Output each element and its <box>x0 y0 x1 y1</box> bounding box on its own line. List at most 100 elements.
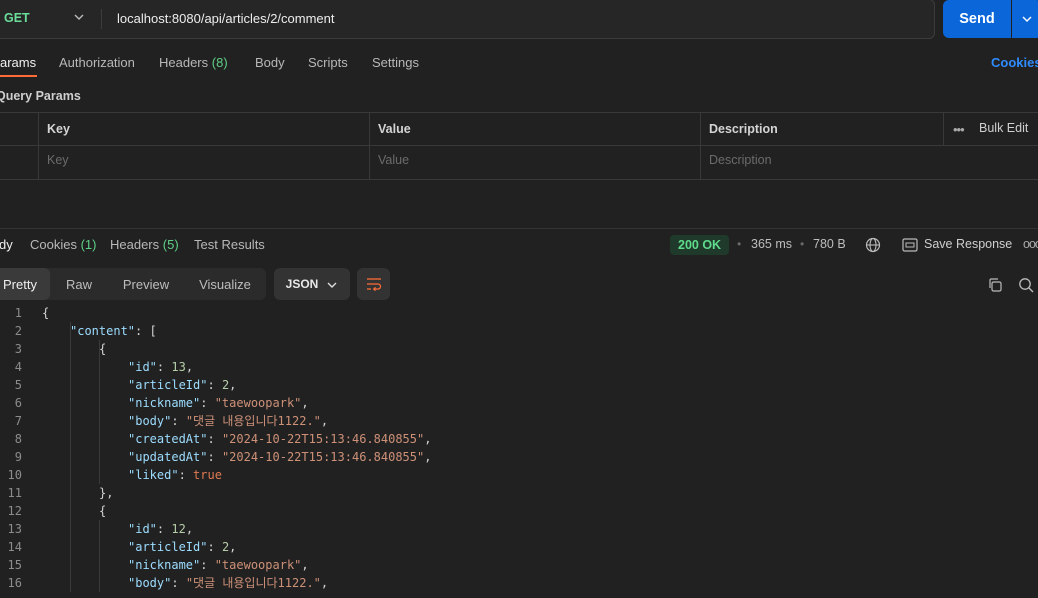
description-input[interactable]: Description <box>709 153 772 167</box>
tab-scripts[interactable]: Scripts <box>308 55 348 70</box>
copy-icon[interactable] <box>987 277 1003 293</box>
line-number: 9 <box>14 450 22 464</box>
code-content: "createdAt": "2024-10-22T15:13:46.840855… <box>128 430 431 448</box>
code-token: "body" <box>128 576 172 590</box>
active-tab-indicator <box>0 75 37 77</box>
code-token: "2024-10-22T15:13:46.840855" <box>221 432 425 446</box>
code-token: , <box>424 432 432 446</box>
code-token: : <box>207 378 222 392</box>
response-size[interactable]: 780 B <box>813 237 846 251</box>
code-token: , <box>185 522 194 536</box>
code-content: { <box>99 340 106 358</box>
send-options-button[interactable] <box>1012 0 1038 38</box>
code-token: "content" <box>70 324 136 338</box>
format-select-label: JSON <box>285 277 319 291</box>
code-line: 14 "articleId": 2, <box>0 538 1038 556</box>
line-number: 10 <box>7 468 22 482</box>
code-line: 5 "articleId": 2, <box>0 376 1038 394</box>
wrap-lines-button[interactable] <box>357 268 390 300</box>
response-body-viewer[interactable]: 1{2 "content": [3{4 "id": 13, 5 "articleId":… <box>0 304 1038 592</box>
bulk-edit-button[interactable]: Bulk Edit <box>979 121 1028 135</box>
chevron-down-icon <box>1022 16 1032 22</box>
chevron-down-icon[interactable] <box>74 12 84 22</box>
code-token: , <box>320 414 329 428</box>
search-icon[interactable] <box>1018 277 1034 293</box>
code-token: "body" <box>128 414 172 428</box>
query-params-title: Query Params <box>0 89 81 103</box>
column-divider <box>38 113 39 179</box>
status-badge[interactable]: 200 OK <box>670 235 730 255</box>
tab-params[interactable]: arams <box>0 55 36 70</box>
code-line: 6 "nickname": "taewoopark", <box>0 394 1038 412</box>
line-number: 1 <box>14 306 22 320</box>
view-visualize[interactable]: Visualize <box>190 268 260 300</box>
table-header-row <box>0 113 1038 146</box>
code-token: "createdAt" <box>128 432 208 446</box>
code-content: "id": 12, <box>128 520 193 538</box>
code-token: , <box>229 378 237 392</box>
code-token: "articleId" <box>128 540 208 554</box>
code-token: : <box>207 450 222 464</box>
value-input[interactable]: Value <box>378 153 409 167</box>
code-line: 2 "content": [ <box>0 322 1038 340</box>
tab-settings[interactable]: Settings <box>372 55 419 70</box>
send-button[interactable]: Send <box>943 0 1011 38</box>
tab-headers[interactable]: Headers (8) <box>159 55 228 70</box>
code-token: "updatedAt" <box>128 450 208 464</box>
line-number: 15 <box>7 558 22 572</box>
key-input[interactable]: Key <box>47 153 69 167</box>
response-time[interactable]: 365 ms <box>751 237 792 251</box>
code-line: 1{ <box>0 304 1038 322</box>
chevron-down-icon <box>327 282 337 288</box>
tab-response-body[interactable]: dy <box>0 237 13 252</box>
view-raw[interactable]: Raw <box>56 268 102 300</box>
code-token: : <box>207 540 222 554</box>
column-divider <box>943 113 944 145</box>
line-number: 2 <box>14 324 22 338</box>
code-content: "body": "댓글 내용입니다1122.", <box>128 412 328 430</box>
code-token: }, <box>99 486 114 500</box>
line-number: 16 <box>7 576 22 590</box>
code-token: : <box>171 414 186 428</box>
code-token: "articleId" <box>128 378 208 392</box>
view-pretty[interactable]: Pretty <box>0 268 50 300</box>
tab-response-cookies[interactable]: Cookies (1) <box>30 237 96 252</box>
globe-icon[interactable] <box>865 237 881 253</box>
code-line: 13 "id": 12, <box>0 520 1038 538</box>
code-line: 7 "body": "댓글 내용입니다1122.", <box>0 412 1038 430</box>
code-token: , <box>301 558 309 572</box>
more-options-icon[interactable]: ooo <box>1023 237 1038 251</box>
tab-body[interactable]: Body <box>255 55 285 70</box>
url-input[interactable]: localhost:8080/api/articles/2/comment <box>117 11 335 26</box>
code-token: "댓글 내용입니다1122." <box>185 414 321 428</box>
column-divider <box>700 113 701 179</box>
method-select[interactable]: GET <box>4 11 30 25</box>
column-header-value: Value <box>378 122 411 136</box>
code-token: "댓글 내용입니다1122." <box>185 576 321 590</box>
code-token: "2024-10-22T15:13:46.840855" <box>221 450 425 464</box>
code-token: : <box>200 558 215 572</box>
view-preview[interactable]: Preview <box>116 268 176 300</box>
tab-response-headers[interactable]: Headers (5) <box>110 237 179 252</box>
column-header-description: Description <box>709 122 778 136</box>
code-line: 16 "body": "댓글 내용입니다1122.", <box>0 574 1038 592</box>
pane-divider[interactable] <box>0 228 1038 229</box>
tab-test-results[interactable]: Test Results <box>194 237 265 252</box>
wrap-icon <box>366 278 381 291</box>
code-token: : <box>171 576 186 590</box>
code-content: { <box>99 502 106 520</box>
save-response-icon <box>902 238 918 252</box>
cookies-link[interactable]: Cookies <box>991 55 1038 70</box>
tab-response-cookies-count: (1) <box>80 237 97 252</box>
code-line: 3{ <box>0 340 1038 358</box>
code-token: "nickname" <box>128 396 201 410</box>
code-line: 4 "id": 13, <box>0 358 1038 376</box>
tab-authorization[interactable]: Authorization <box>59 55 135 70</box>
code-token: : [ <box>135 324 157 338</box>
more-options-icon[interactable]: ••• <box>953 122 965 137</box>
save-response-button[interactable]: Save Response <box>924 237 1012 251</box>
code-token: true <box>193 468 222 482</box>
code-token: "id" <box>128 360 157 374</box>
tab-headers-count: (8) <box>211 55 228 70</box>
code-content: "articleId": 2, <box>128 538 236 556</box>
